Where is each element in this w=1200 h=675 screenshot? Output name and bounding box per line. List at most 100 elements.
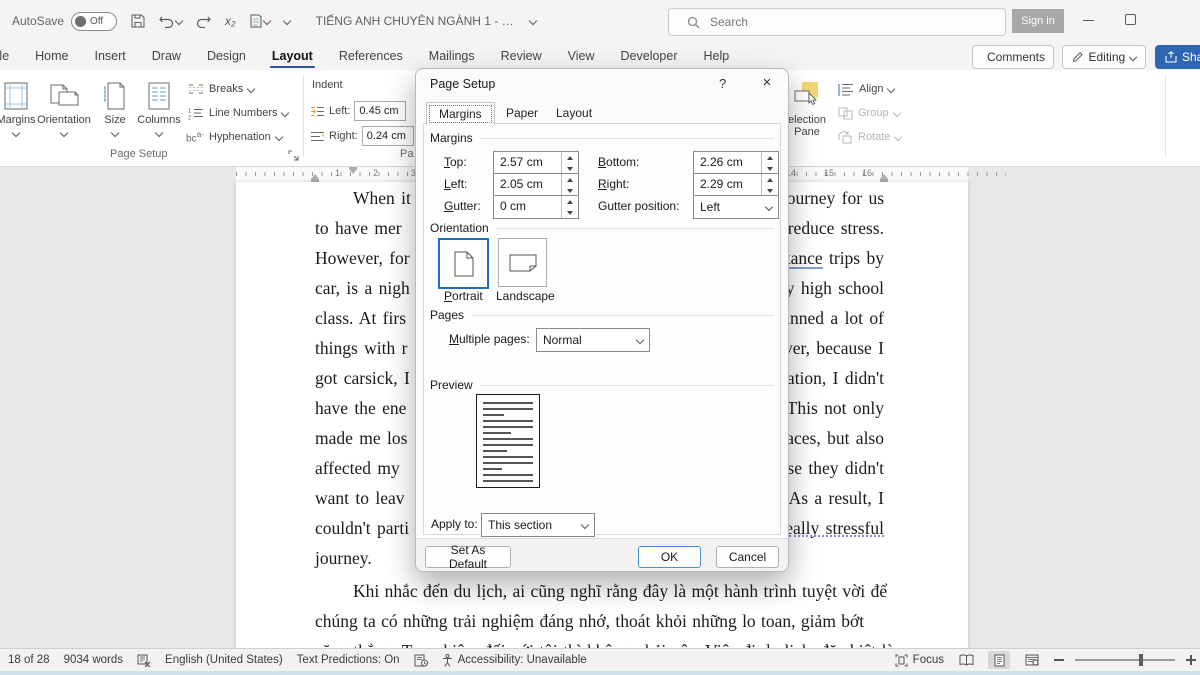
size-button[interactable]: Size (94, 76, 136, 154)
tab-draw[interactable]: Draw (139, 44, 194, 68)
gutter-label: Gutter: (444, 199, 481, 213)
indent-left-field: Left: 0.45 cm (310, 101, 406, 121)
redo-icon[interactable] (196, 15, 211, 28)
orientation-button[interactable]: Orientation (26, 76, 102, 154)
editing-dropdown-icon (1129, 53, 1137, 61)
save-icon[interactable] (131, 14, 145, 28)
dialog-tab-margins[interactable]: Margins (426, 102, 495, 126)
tab-view[interactable]: View (555, 44, 608, 68)
focus-mode-button[interactable]: Focus (895, 654, 944, 667)
title-dropdown-icon[interactable] (530, 18, 536, 24)
pencil-icon (1072, 51, 1084, 63)
tab-mailings[interactable]: Mailings (416, 44, 488, 68)
document-title[interactable]: TIẾNG ANH CHUYÊN NGÀNH 1 - MỚI NHẤT - Co… (316, 14, 516, 28)
language-indicator[interactable]: English (United States) (165, 654, 283, 666)
undo-icon[interactable] (159, 15, 182, 28)
page-setup-group-label: Page Setup (110, 148, 168, 160)
zoom-in-button[interactable] (1186, 655, 1196, 665)
bottom-spinner[interactable] (761, 152, 778, 174)
tab-layout[interactable]: Layout (259, 44, 326, 68)
ok-button[interactable]: OK (638, 546, 701, 568)
page-setup-dialog-launcher[interactable] (288, 150, 300, 162)
breaks-button[interactable]: Breaks (188, 79, 254, 99)
line-numbers-button[interactable]: 12 Line Numbers (188, 103, 288, 123)
more-commands-icon[interactable] (284, 18, 290, 24)
tab-design[interactable]: Design (194, 44, 259, 68)
vietnamese-paragraph: Khi nhắc đến du lịch, ai cũng nghĩ rằng … (315, 576, 915, 648)
left-margin-field[interactable]: 2.05 cm (493, 173, 579, 197)
align-button[interactable]: Align (838, 79, 894, 99)
tab-references[interactable]: References (326, 44, 416, 68)
print-layout-button[interactable] (988, 651, 1010, 669)
columns-icon (147, 76, 171, 110)
comments-button[interactable]: Comments (972, 45, 1054, 69)
accessibility-status[interactable]: Accessibility: Unavailable (442, 654, 587, 667)
tab-home[interactable]: Home (22, 44, 81, 68)
indent-left-input[interactable]: 0.45 cm (354, 101, 406, 121)
right-spinner[interactable] (761, 174, 778, 196)
group-dropdown-icon (892, 109, 900, 117)
search-input[interactable] (708, 14, 952, 30)
portrait-option[interactable] (438, 238, 489, 289)
gutter-position-dropdown[interactable]: Left (693, 195, 779, 219)
zoom-slider-handle[interactable] (1139, 654, 1143, 666)
landscape-option[interactable] (498, 238, 547, 287)
subscript-icon[interactable]: x₂ (225, 14, 236, 28)
set-as-default-button[interactable]: Set As Default (425, 546, 511, 568)
tab-developer[interactable]: Developer (608, 44, 691, 68)
share-icon (1165, 51, 1177, 63)
grammar-underline (789, 267, 823, 269)
word-count[interactable]: 9034 words (64, 654, 123, 666)
hyphenation-button[interactable]: bca- Hyphenation (186, 127, 282, 147)
apply-to-dropdown[interactable]: This section (481, 513, 595, 537)
tab-insert[interactable]: Insert (82, 44, 139, 68)
autosave-toggle[interactable]: Off (71, 12, 117, 31)
preview-section-header: Preview (430, 378, 774, 392)
tab-file[interactable]: File (0, 44, 22, 68)
bottom-margin-field[interactable]: 2.26 cm (693, 151, 779, 175)
left-spinner[interactable] (561, 174, 578, 196)
minimize-button[interactable] (1083, 20, 1094, 21)
right-margin-field[interactable]: 2.29 cm (693, 173, 779, 197)
indent-right-input[interactable]: 0.24 cm (362, 126, 414, 146)
indent-left-icon (310, 106, 325, 117)
share-button[interactable]: Share (1155, 45, 1200, 69)
dialog-tab-layout[interactable]: Layout (544, 102, 604, 124)
orientation-section-header: Orientation (430, 221, 774, 235)
tab-help[interactable]: Help (691, 44, 743, 68)
multiple-pages-dropdown[interactable]: Normal (536, 328, 650, 352)
first-line-indent-marker[interactable] (349, 166, 357, 174)
sign-in-button[interactable]: Sign in (1012, 9, 1064, 33)
margins-dropdown-icon (12, 129, 20, 137)
editing-button[interactable]: Editing (1062, 45, 1146, 69)
top-margin-field[interactable]: 2.57 cm (493, 151, 579, 175)
web-layout-button[interactable] (1021, 651, 1043, 669)
cancel-button[interactable]: Cancel (716, 546, 779, 568)
search-box[interactable] (668, 8, 1006, 36)
text-predictions-indicator[interactable]: Text Predictions: On (297, 654, 400, 666)
columns-button[interactable]: Columns (132, 76, 186, 154)
zoom-out-button[interactable] (1054, 659, 1064, 661)
top-spinner[interactable] (561, 152, 578, 174)
zoom-slider[interactable] (1075, 659, 1175, 661)
dialog-close-button[interactable]: × (756, 73, 778, 93)
restore-button[interactable] (1125, 14, 1136, 25)
right-indent-marker[interactable] (880, 174, 888, 182)
dialog-tab-paper[interactable]: Paper (494, 102, 550, 124)
rotate-dropdown-icon (894, 133, 902, 141)
dialog-help-button[interactable]: ? (719, 76, 726, 91)
page-indicator[interactable]: 18 of 28 (8, 654, 50, 666)
tab-review[interactable]: Review (488, 44, 555, 68)
editing-time-icon[interactable] (414, 654, 428, 667)
orientation-icon (49, 76, 79, 110)
style-icon[interactable] (250, 14, 270, 28)
dialog-title: Page Setup (430, 77, 495, 91)
hyphenation-dropdown-icon (275, 133, 283, 141)
paragraph-group-label: Pa (400, 148, 413, 160)
page-setup-dialog: Page Setup ? × Margins Paper Layout Marg… (415, 68, 789, 572)
proofing-errors-icon[interactable] (137, 654, 151, 667)
gutter-spinner[interactable] (561, 196, 578, 218)
left-indent-marker[interactable] (311, 174, 319, 182)
gutter-field[interactable]: 0 cm (493, 195, 579, 219)
read-mode-button[interactable] (955, 651, 977, 669)
